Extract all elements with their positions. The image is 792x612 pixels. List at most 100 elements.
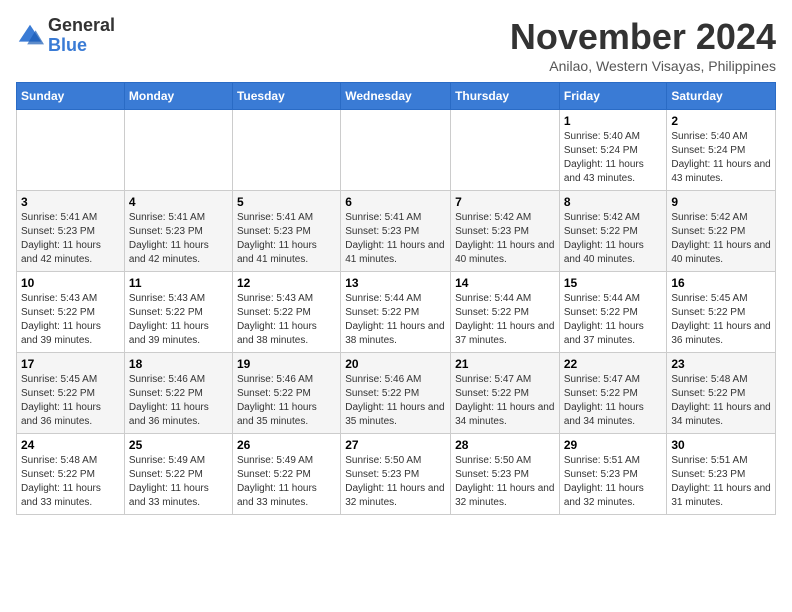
calendar-cell: 3Sunrise: 5:41 AM Sunset: 5:23 PM Daylig…: [17, 191, 125, 272]
day-info: Sunrise: 5:44 AM Sunset: 5:22 PM Dayligh…: [455, 292, 555, 348]
weekday-header-saturday: Saturday: [667, 83, 776, 110]
day-info: Sunrise: 5:40 AM Sunset: 5:24 PM Dayligh…: [564, 130, 663, 186]
calendar-cell: 24Sunrise: 5:48 AM Sunset: 5:22 PM Dayli…: [17, 434, 125, 515]
day-number: 6: [345, 195, 446, 209]
day-number: 25: [129, 438, 228, 452]
day-info: Sunrise: 5:41 AM Sunset: 5:23 PM Dayligh…: [129, 211, 228, 267]
weekday-header-thursday: Thursday: [451, 83, 560, 110]
calendar-cell: 15 Sunrise: 5:44 AM Sunset: 5:22 PM Dayli…: [559, 272, 667, 353]
day-number: 23: [671, 357, 771, 371]
day-info: Sunrise: 5:45 AM Sunset: 5:22 PM Dayligh…: [21, 373, 120, 429]
calendar-cell: [451, 110, 560, 191]
calendar-cell: 25 Sunrise: 5:49 AM Sunset: 5:22 PM Dayli…: [124, 434, 232, 515]
day-info: Sunrise: 5:47 AM Sunset: 5:22 PM Dayligh…: [455, 373, 555, 429]
day-info: Sunrise: 5:40 AM Sunset: 5:24 PM Dayligh…: [671, 130, 771, 186]
logo: General Blue: [16, 16, 115, 56]
calendar-cell: 22Sunrise: 5:47 AM Sunset: 5:22 PM Dayli…: [559, 353, 667, 434]
calendar-cell: 28 Sunrise: 5:50 AM Sunset: 5:23 PM Dayli…: [451, 434, 560, 515]
calendar-cell: 18 Sunrise: 5:46 AM Sunset: 5:22 PM Dayli…: [124, 353, 232, 434]
day-number: 12: [237, 276, 336, 290]
day-number: 1: [564, 114, 663, 128]
day-info: Sunrise: 5:50 AM Sunset: 5:23 PM Dayligh…: [345, 454, 446, 510]
day-info: Sunrise: 5:48 AM Sunset: 5:22 PM Dayligh…: [671, 373, 771, 429]
logo-blue: Blue: [48, 36, 115, 56]
calendar-cell: 30 Sunrise: 5:51 AM Sunset: 5:23 PM Dayli…: [667, 434, 776, 515]
week-row-2: 3 Sunrise: 5:41 AM Sunset: 5:23 PM Daylig…: [17, 191, 776, 272]
day-info: Sunrise: 5:51 AM Sunset: 5:23 PM Dayligh…: [671, 454, 771, 510]
day-info: Sunrise: 5:42 AM Sunset: 5:22 PM Dayligh…: [671, 211, 771, 267]
day-number: 21: [455, 357, 555, 371]
day-info: Sunrise: 5:46 AM Sunset: 5:22 PM Dayligh…: [345, 373, 446, 429]
day-number: 10: [21, 276, 120, 290]
day-info: Sunrise: 5:46 AM Sunset: 5:22 PM Dayligh…: [129, 373, 228, 429]
week-row-4: 17 Sunrise: 5:45 AM Sunset: 5:22 PM Dayli…: [17, 353, 776, 434]
calendar-cell: 26 Sunrise: 5:49 AM Sunset: 5:22 PM Dayli…: [232, 434, 340, 515]
day-number: 30: [671, 438, 771, 452]
day-number: 27: [345, 438, 446, 452]
day-info: Sunrise: 5:50 AM Sunset: 5:23 PM Dayligh…: [455, 454, 555, 510]
calendar-cell: 12 Sunrise: 5:43 AM Sunset: 5:22 PM Dayli…: [232, 272, 340, 353]
calendar-cell: 6 Sunrise: 5:41 AM Sunset: 5:23 PM Daylig…: [341, 191, 451, 272]
calendar-cell: 7 Sunrise: 5:42 AM Sunset: 5:23 PM Daylig…: [451, 191, 560, 272]
day-info: Sunrise: 5:41 AM Sunset: 5:23 PM Dayligh…: [237, 211, 336, 267]
day-number: 26: [237, 438, 336, 452]
day-info: Sunrise: 5:42 AM Sunset: 5:23 PM Dayligh…: [455, 211, 555, 267]
day-number: 29: [564, 438, 663, 452]
day-info: Sunrise: 5:42 AM Sunset: 5:22 PM Dayligh…: [564, 211, 663, 267]
day-info: Sunrise: 5:43 AM Sunset: 5:22 PM Dayligh…: [237, 292, 336, 348]
calendar-cell: 16Sunrise: 5:45 AM Sunset: 5:22 PM Dayli…: [667, 272, 776, 353]
calendar-cell: 11 Sunrise: 5:43 AM Sunset: 5:22 PM Dayli…: [124, 272, 232, 353]
calendar-cell: 5 Sunrise: 5:41 AM Sunset: 5:23 PM Daylig…: [232, 191, 340, 272]
weekday-header-sunday: Sunday: [17, 83, 125, 110]
day-info: Sunrise: 5:41 AM Sunset: 5:23 PM Dayligh…: [345, 211, 446, 267]
day-number: 3: [21, 195, 120, 209]
calendar-cell: 21 Sunrise: 5:47 AM Sunset: 5:22 PM Dayli…: [451, 353, 560, 434]
day-info: Sunrise: 5:44 AM Sunset: 5:22 PM Dayligh…: [564, 292, 663, 348]
day-number: 18: [129, 357, 228, 371]
day-number: 13: [345, 276, 446, 290]
day-info: Sunrise: 5:43 AM Sunset: 5:22 PM Dayligh…: [129, 292, 228, 348]
day-info: Sunrise: 5:44 AM Sunset: 5:22 PM Dayligh…: [345, 292, 446, 348]
day-number: 9: [671, 195, 771, 209]
day-number: 4: [129, 195, 228, 209]
day-info: Sunrise: 5:43 AM Sunset: 5:22 PM Dayligh…: [21, 292, 120, 348]
calendar-cell: 17 Sunrise: 5:45 AM Sunset: 5:22 PM Dayli…: [17, 353, 125, 434]
calendar-cell: 13 Sunrise: 5:44 AM Sunset: 5:22 PM Dayli…: [341, 272, 451, 353]
calendar-cell: 29 Sunrise: 5:51 AM Sunset: 5:23 PM Dayli…: [559, 434, 667, 515]
calendar-cell: 19 Sunrise: 5:46 AM Sunset: 5:22 PM Dayli…: [232, 353, 340, 434]
day-number: 7: [455, 195, 555, 209]
day-number: 11: [129, 276, 228, 290]
page-header: General Blue November 2024 Anilao, Weste…: [16, 16, 776, 74]
day-info: Sunrise: 5:45 AM Sunset: 5:22 PM Dayligh…: [671, 292, 771, 348]
day-number: 20: [345, 357, 446, 371]
logo-general: General: [48, 16, 115, 36]
logo-icon: [16, 22, 44, 50]
day-number: 5: [237, 195, 336, 209]
day-info: Sunrise: 5:51 AM Sunset: 5:23 PM Dayligh…: [564, 454, 663, 510]
day-info: Sunrise: 5:49 AM Sunset: 5:22 PM Dayligh…: [237, 454, 336, 510]
day-number: 8: [564, 195, 663, 209]
weekday-header-row: SundayMondayTuesdayWednesdayThursdayFrid…: [17, 83, 776, 110]
logo-text: General Blue: [48, 16, 115, 56]
calendar-cell: 10 Sunrise: 5:43 AM Sunset: 5:22 PM Dayli…: [17, 272, 125, 353]
calendar-cell: [341, 110, 451, 191]
day-info: Sunrise: 5:49 AM Sunset: 5:22 PM Dayligh…: [129, 454, 228, 510]
calendar-table: SundayMondayTuesdayWednesdayThursdayFrid…: [16, 82, 776, 515]
day-number: 2: [671, 114, 771, 128]
day-info: Sunrise: 5:46 AM Sunset: 5:22 PM Dayligh…: [237, 373, 336, 429]
week-row-1: 1 Sunrise: 5:40 AM Sunset: 5:24 PM Daylig…: [17, 110, 776, 191]
calendar-cell: 8 Sunrise: 5:42 AM Sunset: 5:22 PM Daylig…: [559, 191, 667, 272]
weekday-header-tuesday: Tuesday: [232, 83, 340, 110]
day-number: 15: [564, 276, 663, 290]
calendar-cell: 1 Sunrise: 5:40 AM Sunset: 5:24 PM Daylig…: [559, 110, 667, 191]
day-number: 19: [237, 357, 336, 371]
location: Anilao, Western Visayas, Philippines: [510, 58, 776, 74]
calendar-cell: 27 Sunrise: 5:50 AM Sunset: 5:23 PM Dayli…: [341, 434, 451, 515]
day-number: 22: [564, 357, 663, 371]
day-number: 28: [455, 438, 555, 452]
weekday-header-monday: Monday: [124, 83, 232, 110]
calendar-cell: 20 Sunrise: 5:46 AM Sunset: 5:22 PM Dayli…: [341, 353, 451, 434]
weekday-header-wednesday: Wednesday: [341, 83, 451, 110]
day-number: 17: [21, 357, 120, 371]
week-row-5: 24Sunrise: 5:48 AM Sunset: 5:22 PM Dayli…: [17, 434, 776, 515]
